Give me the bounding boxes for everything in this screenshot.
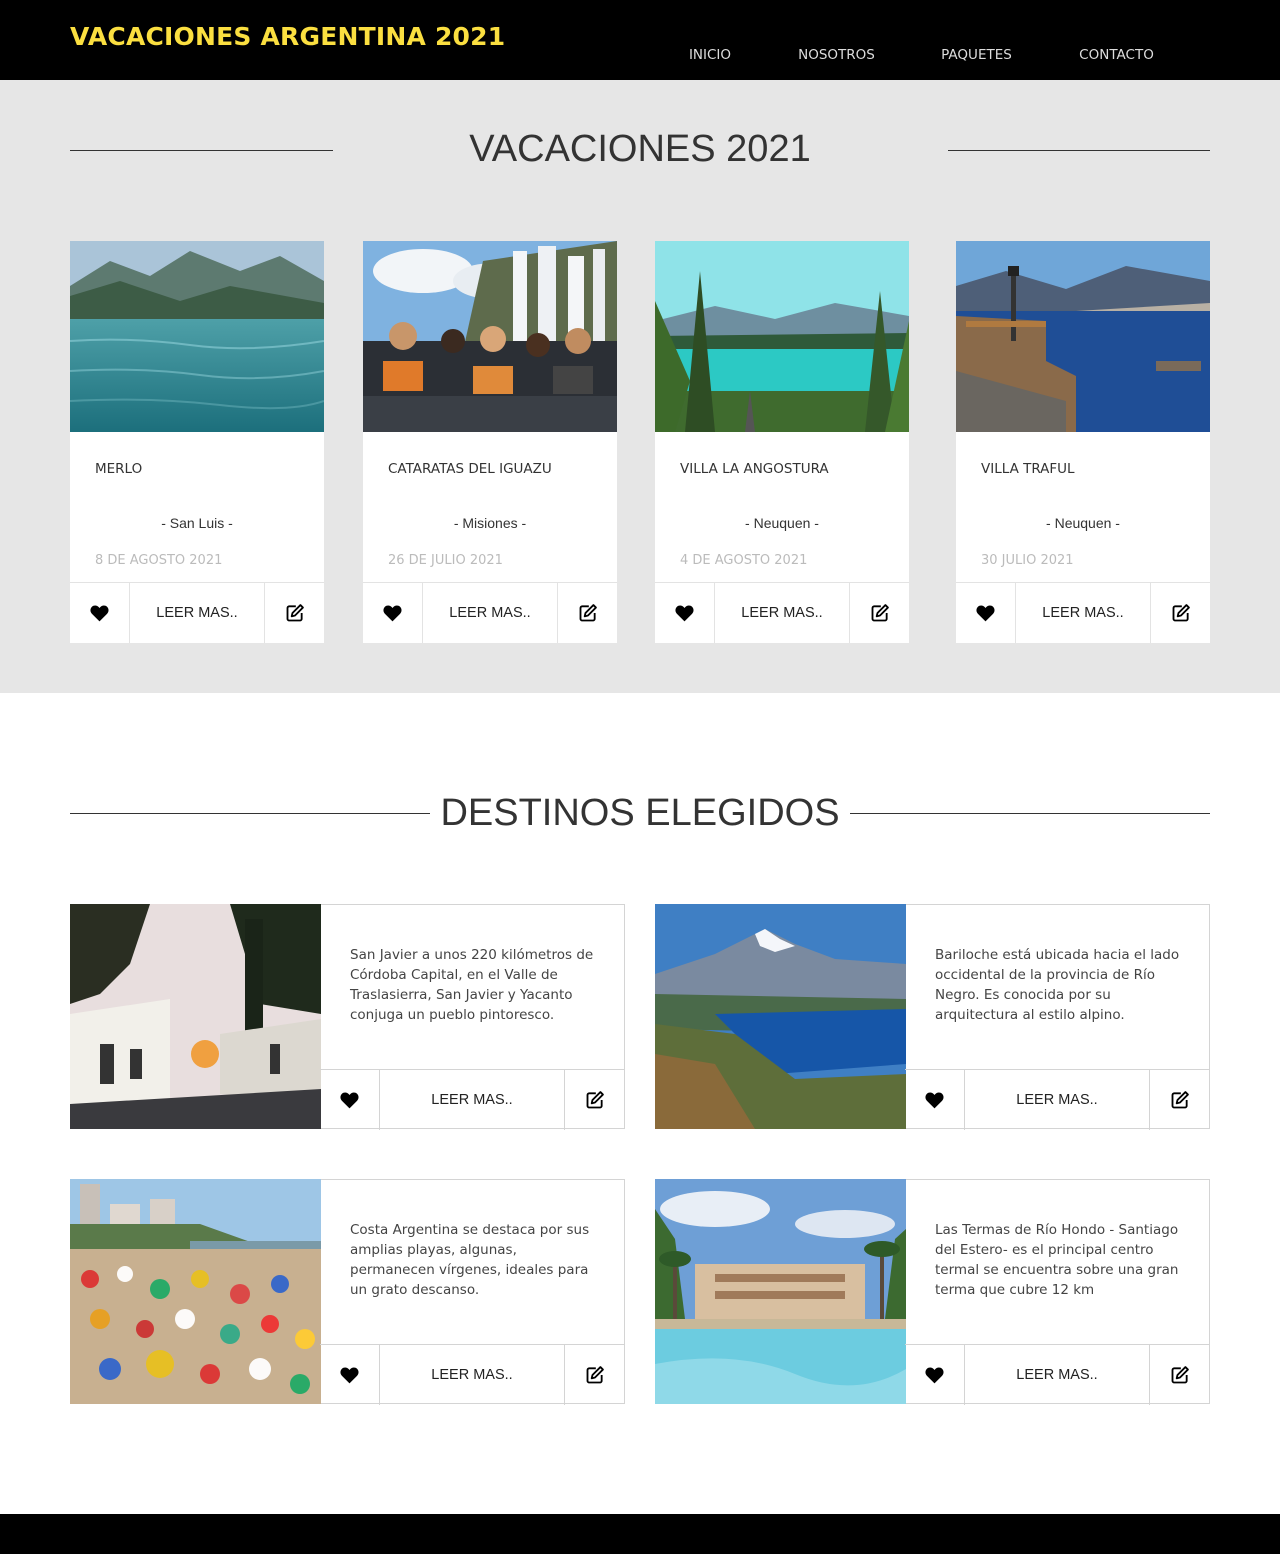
edit-button[interactable]: [564, 1345, 624, 1405]
destination-description: San Javier a unos 220 kilómetros de Córd…: [350, 947, 594, 1023]
edit-icon: [585, 1365, 605, 1385]
nav-nosotros[interactable]: NOSOTROS: [765, 0, 908, 80]
like-button[interactable]: [655, 583, 715, 643]
read-more-button[interactable]: LEER MAS..: [380, 1070, 564, 1130]
vacation-card: VILLA TRAFUL - Neuquen - 30 JULIO 2021 L…: [956, 241, 1210, 643]
destination-description: Costa Argentina se destaca por sus ampli…: [350, 1222, 590, 1298]
heart-icon: [924, 1090, 945, 1111]
like-button[interactable]: [320, 1345, 380, 1405]
card-province: - Misiones -: [453, 515, 527, 531]
destination-card: Costa Argentina se destaca por sus ampli…: [70, 1179, 625, 1405]
like-button[interactable]: [363, 583, 423, 643]
vacation-card: MERLO - San Luis - 8 DE AGOSTO 2021 LEER…: [70, 241, 324, 643]
card-actions: LEER MAS..: [956, 582, 1210, 643]
read-more-button[interactable]: LEER MAS..: [965, 1070, 1149, 1130]
vacation-card: VILLA LA ANGOSTURA - Neuquen - 4 DE AGOS…: [655, 241, 909, 643]
like-button[interactable]: [320, 1070, 380, 1130]
read-more-button[interactable]: LEER MAS..: [130, 583, 264, 643]
destination-actions: LEER MAS..: [905, 1344, 1210, 1405]
edit-button[interactable]: [557, 583, 617, 643]
edit-icon: [870, 603, 890, 623]
card-province: - San Luis -: [161, 515, 233, 531]
edit-icon: [1170, 1090, 1190, 1110]
village-street-sunset-photo: [70, 904, 321, 1129]
read-more-button[interactable]: LEER MAS..: [423, 583, 557, 643]
waterfall-boat-photo: [363, 241, 617, 432]
read-more-button[interactable]: LEER MAS..: [965, 1345, 1149, 1405]
nav-inicio[interactable]: INICIO: [655, 0, 765, 80]
destination-actions: LEER MAS..: [320, 1344, 625, 1405]
destination-card: San Javier a unos 220 kilómetros de Córd…: [70, 904, 625, 1130]
crowded-beach-photo: [70, 1179, 321, 1404]
destination-card: Bariloche está ubicada hacia el lado occ…: [655, 904, 1210, 1130]
heart-icon: [382, 603, 403, 624]
card-actions: LEER MAS..: [655, 582, 909, 643]
heart-icon: [924, 1365, 945, 1386]
destination-actions: LEER MAS..: [905, 1069, 1210, 1130]
title-divider-left: [70, 150, 333, 151]
wooden-pier-lake-photo: [956, 241, 1210, 432]
destination-card: Las Termas de Río Hondo - Santiago del E…: [655, 1179, 1210, 1405]
card-date: 30 JULIO 2021: [981, 553, 1074, 568]
title-divider-right: [850, 813, 1210, 814]
thermal-pool-hotel-photo: [655, 1179, 906, 1404]
snowy-mountain-lake-photo: [655, 904, 906, 1129]
like-button[interactable]: [956, 583, 1016, 643]
like-button[interactable]: [905, 1070, 965, 1130]
mountain-lake-photo: [70, 241, 324, 432]
read-more-button[interactable]: LEER MAS..: [1016, 583, 1150, 643]
edit-button[interactable]: [264, 583, 324, 643]
card-date: 26 DE JULIO 2021: [388, 553, 503, 568]
like-button[interactable]: [905, 1345, 965, 1405]
destination-description: Las Termas de Río Hondo - Santiago del E…: [935, 1222, 1179, 1298]
edit-icon: [1171, 603, 1191, 623]
section-title-vacaciones: VACACIONES 2021: [469, 128, 811, 170]
card-title: MERLO: [95, 461, 143, 477]
card-date: 4 DE AGOSTO 2021: [680, 553, 808, 568]
turquoise-lake-forest-photo: [655, 241, 909, 432]
destination-actions: LEER MAS..: [320, 1069, 625, 1130]
card-title: CATARATAS DEL IGUAZU: [388, 461, 552, 477]
nav-contacto[interactable]: CONTACTO: [1045, 0, 1188, 80]
edit-icon: [1170, 1365, 1190, 1385]
card-actions: LEER MAS..: [70, 582, 324, 643]
heart-icon: [674, 603, 695, 624]
read-more-button[interactable]: LEER MAS..: [380, 1345, 564, 1405]
edit-button[interactable]: [1149, 1070, 1209, 1130]
read-more-button[interactable]: LEER MAS..: [715, 583, 849, 643]
heart-icon: [339, 1365, 360, 1386]
vacaciones-section: VACACIONES 2021 MERLO - San Luis - 8 DE …: [0, 80, 1280, 693]
page-footer: [0, 1514, 1280, 1554]
like-button[interactable]: [70, 583, 130, 643]
heart-icon: [975, 603, 996, 624]
edit-button[interactable]: [1149, 1345, 1209, 1405]
nav-paquetes[interactable]: PAQUETES: [908, 0, 1045, 80]
edit-icon: [578, 603, 598, 623]
card-province: - Neuquen -: [745, 515, 819, 531]
card-title: VILLA LA ANGOSTURA: [680, 461, 829, 477]
edit-button[interactable]: [849, 583, 909, 643]
top-navbar: VACACIONES ARGENTINA 2021 INICIO NOSOTRO…: [0, 0, 1280, 80]
edit-icon: [585, 1090, 605, 1110]
vacation-card: CATARATAS DEL IGUAZU - Misiones - 26 DE …: [363, 241, 617, 643]
edit-button[interactable]: [1150, 583, 1210, 643]
edit-icon: [285, 603, 305, 623]
destination-description: Bariloche está ubicada hacia el lado occ…: [935, 947, 1180, 1023]
edit-button[interactable]: [564, 1070, 624, 1130]
card-actions: LEER MAS..: [363, 582, 617, 643]
section-title-destinos: DESTINOS ELEGIDOS: [440, 792, 840, 834]
heart-icon: [89, 603, 110, 624]
card-province: - Neuquen -: [1046, 515, 1120, 531]
title-divider-left: [70, 813, 430, 814]
card-date: 8 DE AGOSTO 2021: [95, 553, 223, 568]
site-brand[interactable]: VACACIONES ARGENTINA 2021: [70, 22, 505, 51]
card-title: VILLA TRAFUL: [981, 461, 1075, 477]
heart-icon: [339, 1090, 360, 1111]
title-divider-right: [948, 150, 1210, 151]
